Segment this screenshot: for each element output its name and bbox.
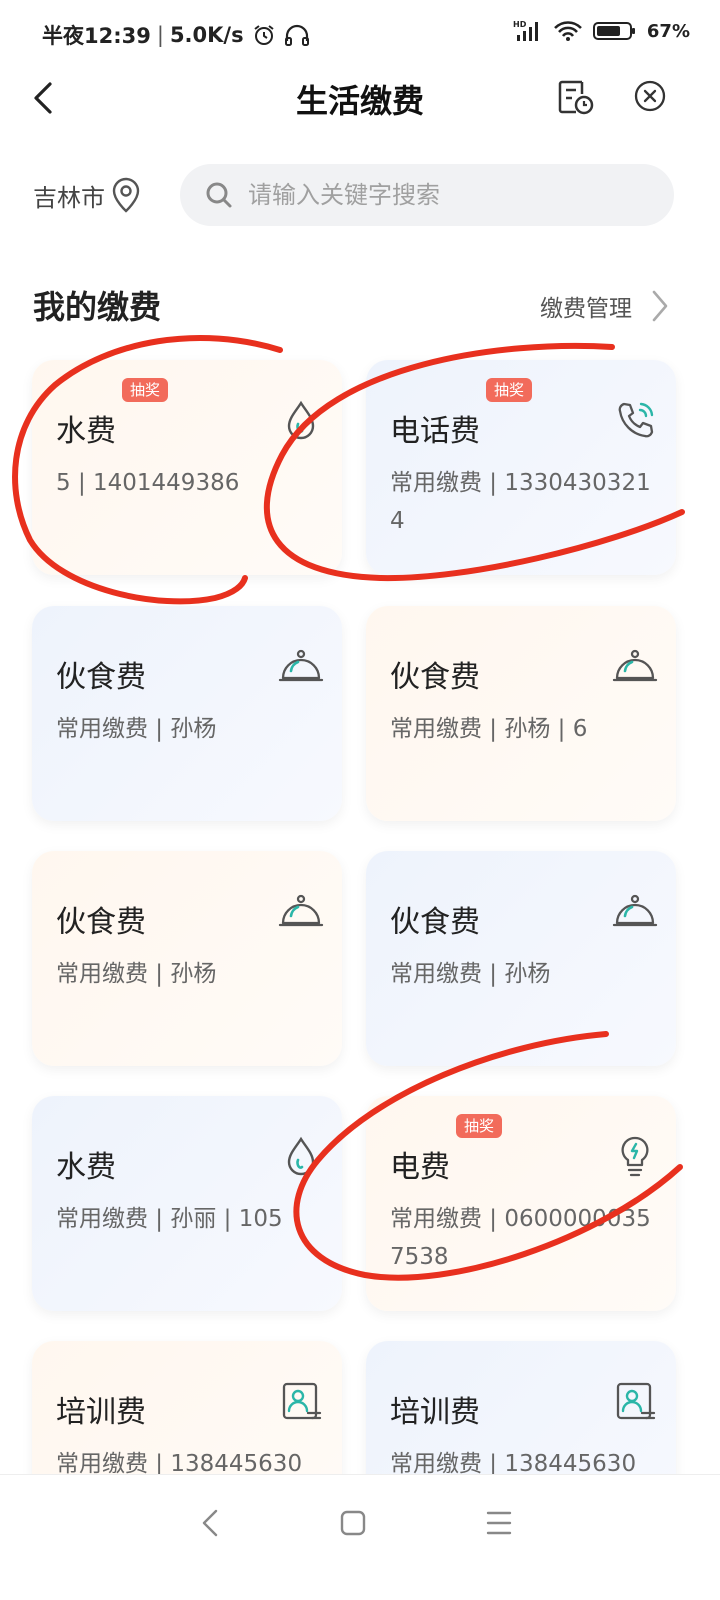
payment-card-meal[interactable]: 伙食费 常用缴费 | 孙杨 bbox=[32, 851, 342, 1066]
food-cloche-icon bbox=[278, 649, 324, 682]
trainee-card-icon bbox=[616, 1382, 656, 1420]
payment-card-meal[interactable]: 伙食费 常用缴费 | 孙杨 | 6 bbox=[366, 606, 676, 821]
water-drop-icon bbox=[287, 1136, 315, 1176]
payment-card-water[interactable]: 水费 常用缴费 | 孙丽 | 105 bbox=[32, 1096, 342, 1311]
bill-record-icon bbox=[558, 80, 594, 115]
payment-card-meal[interactable]: 伙食费 常用缴费 | 孙杨 bbox=[32, 606, 342, 821]
status-time: 半夜12:39 bbox=[42, 24, 151, 48]
food-cloche-icon bbox=[612, 894, 658, 927]
card-title: 伙食费 bbox=[56, 660, 146, 695]
search-icon bbox=[206, 182, 232, 208]
chevron-right-icon bbox=[652, 290, 668, 322]
nav-bar: 生活缴费 bbox=[0, 70, 720, 126]
food-cloche-icon bbox=[612, 649, 658, 682]
phone-icon bbox=[618, 402, 654, 438]
food-cloche-icon bbox=[278, 894, 324, 927]
signal-icon: HD bbox=[513, 20, 538, 41]
lightbulb-icon bbox=[621, 1136, 649, 1177]
card-title: 培训费 bbox=[56, 1395, 146, 1430]
water-drop-icon bbox=[287, 400, 315, 440]
search-bar[interactable] bbox=[180, 164, 674, 226]
card-title: 伙食费 bbox=[56, 905, 146, 940]
battery-level: 67% bbox=[646, 20, 690, 42]
page-title: 生活缴费 bbox=[295, 82, 424, 120]
status-left: 半夜12:39 | 5.0K/s bbox=[42, 20, 310, 50]
location-pin-icon bbox=[112, 177, 140, 213]
card-subtitle: 常用缴费 | 孙丽 | 105 bbox=[56, 1206, 283, 1232]
card-subtitle: 5 | 1401449386 bbox=[56, 470, 240, 496]
city-label: 吉林市 bbox=[33, 183, 105, 212]
card-title: 电话费 bbox=[390, 414, 480, 449]
alarm-icon bbox=[253, 25, 274, 45]
close-button[interactable] bbox=[632, 78, 668, 114]
manage-payments-label: 缴费管理 bbox=[540, 296, 632, 322]
card-title: 水费 bbox=[56, 1150, 116, 1185]
card-title: 伙食费 bbox=[390, 660, 480, 695]
card-subtitle: 常用缴费 | 孙杨 | 6 bbox=[390, 716, 588, 742]
close-icon bbox=[634, 80, 666, 112]
manage-payments-link[interactable]: 缴费管理 bbox=[540, 288, 670, 324]
card-title: 电费 bbox=[390, 1150, 450, 1185]
payment-card-electricity[interactable]: 抽奖 电费 常用缴费 | 06000000357538 bbox=[366, 1096, 676, 1311]
card-subtitle: 常用缴费 | 孙杨 bbox=[56, 961, 217, 987]
system-menu-button[interactable] bbox=[484, 1505, 514, 1541]
card-subtitle: 常用缴费 | 13304303214 bbox=[390, 470, 651, 534]
card-title: 伙食费 bbox=[390, 905, 480, 940]
system-back-button[interactable] bbox=[196, 1505, 226, 1541]
bill-record-button[interactable] bbox=[556, 74, 596, 118]
back-triangle-icon bbox=[202, 1509, 218, 1537]
card-subtitle: 常用缴费 | 06000000357538 bbox=[390, 1206, 651, 1270]
section-title: 我的缴费 bbox=[33, 288, 162, 326]
card-title: 水费 bbox=[56, 414, 116, 449]
status-right: HD 67% bbox=[503, 20, 690, 42]
payment-card-water[interactable]: 抽奖 水费 5 | 1401449386 bbox=[32, 360, 342, 575]
city-selector[interactable]: 吉林市 bbox=[33, 176, 143, 214]
search-input[interactable] bbox=[248, 181, 648, 209]
card-title: 培训费 bbox=[390, 1395, 480, 1430]
section-header: 我的缴费 缴费管理 bbox=[0, 280, 720, 326]
lottery-badge: 抽奖 bbox=[456, 1114, 503, 1138]
lottery-badge: 抽奖 bbox=[486, 378, 533, 402]
status-bar: 半夜12:39 | 5.0K/s HD 67% bbox=[0, 0, 720, 70]
payment-card-phone[interactable]: 抽奖 电话费 常用缴费 | 13304303214 bbox=[366, 360, 676, 575]
svg-text:HD: HD bbox=[513, 20, 527, 29]
menu-lines-icon bbox=[486, 1511, 512, 1535]
payment-card-meal[interactable]: 伙食费 常用缴费 | 孙杨 bbox=[366, 851, 676, 1066]
search-row: 吉林市 bbox=[0, 164, 720, 226]
trainee-card-icon bbox=[282, 1382, 322, 1420]
system-navigation-bar bbox=[0, 1474, 720, 1600]
status-separator: | bbox=[156, 23, 164, 47]
wifi-icon bbox=[554, 21, 582, 41]
lottery-badge: 抽奖 bbox=[122, 378, 169, 402]
card-subtitle: 常用缴费 | 孙杨 bbox=[56, 716, 217, 742]
system-home-button[interactable] bbox=[338, 1505, 368, 1541]
battery-icon bbox=[592, 22, 635, 40]
headphones-icon bbox=[284, 24, 309, 46]
card-subtitle: 常用缴费 | 孙杨 bbox=[390, 961, 551, 987]
network-speed: 5.0K/s bbox=[169, 23, 244, 47]
home-square-icon bbox=[340, 1510, 366, 1536]
